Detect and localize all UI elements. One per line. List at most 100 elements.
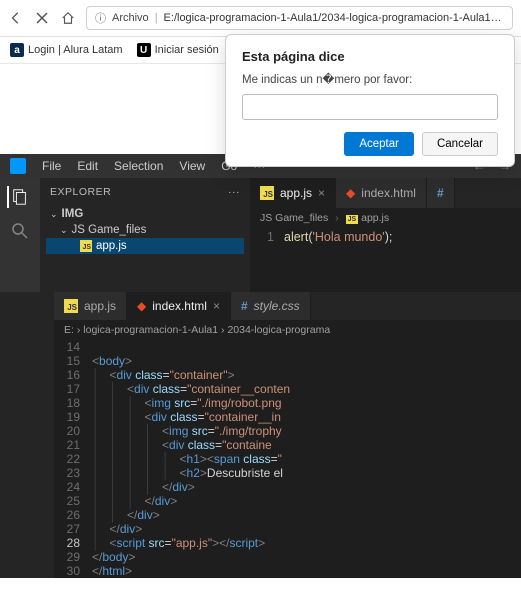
url-text: E:/logica-programacion-1-Aula1/2034-logi…: [164, 12, 504, 24]
line-number: 21: [54, 438, 92, 452]
line-number: 15: [54, 354, 92, 368]
line-number: 23: [54, 466, 92, 480]
line-number: 18: [54, 396, 92, 410]
file-label: app.js: [96, 240, 127, 252]
code-line: 20│ │ │ │ <img src="./img/trophy: [54, 424, 521, 438]
line-number: 26: [54, 508, 92, 522]
menu-edit[interactable]: Edit: [77, 159, 98, 173]
html-file-icon: ◆: [346, 186, 355, 200]
menu-file[interactable]: File: [42, 159, 61, 173]
js-prompt-dialog: Esta página dice Me indicas un n�mero po…: [225, 34, 515, 167]
fav-iniciar[interactable]: U Iniciar sesión: [137, 43, 219, 57]
archivo-label: Archivo: [112, 12, 149, 24]
code-line: 16│ <div class="container">: [54, 368, 521, 382]
explorer-panel: EXPLORER ··· ⌄ IMG ⌄ JS Game_files JS ap…: [40, 178, 250, 292]
tab-more[interactable]: #: [427, 178, 455, 208]
js-file-icon: JS: [260, 186, 274, 200]
line-number: 16: [54, 368, 92, 382]
vscode-top: File Edit Selection View Go ··· ← → EXPL…: [0, 154, 521, 292]
editor-panel: JS app.js × ◆ index.html # JS Game_files…: [250, 178, 521, 292]
code-line: 21│ │ │ │ <div class="containe: [54, 438, 521, 452]
crumb-p1: E:: [64, 324, 74, 336]
tree-folder[interactable]: ⌄ JS Game_files: [46, 222, 244, 238]
editor-tabs: JS app.js × ◆ index.html #: [250, 178, 521, 208]
dialog-title: Esta página dice: [242, 49, 498, 64]
tab-appjs-2[interactable]: JS app.js: [54, 292, 127, 320]
code-line: alert('Hola mundo');: [284, 230, 521, 244]
tab-appjs[interactable]: JS app.js ×: [250, 178, 336, 208]
breadcrumb-2[interactable]: E: › logica-programacion-1-Aula1 › 2034-…: [54, 320, 521, 340]
browser-toolbar: ⓘ Archivo | E:/logica-programacion-1-Aul…: [0, 0, 521, 37]
tree-root[interactable]: ⌄ IMG: [46, 206, 244, 222]
line-number: 17: [54, 382, 92, 396]
separator: |: [155, 12, 158, 24]
js-file-icon: JS: [64, 299, 78, 313]
close-icon[interactable]: [34, 10, 50, 26]
css-file-icon: #: [241, 299, 248, 313]
u-icon: U: [137, 43, 151, 57]
dialog-message: Me indicas un n�mero por favor:: [242, 72, 498, 86]
tab-index[interactable]: ◆ index.html: [336, 178, 427, 208]
ok-button[interactable]: Aceptar: [344, 132, 414, 156]
side-gutter: [0, 292, 54, 578]
code-line: 28│ <script src="app.js"></script>: [54, 536, 521, 550]
line-number: 20: [54, 424, 92, 438]
tab-style-2[interactable]: # style.css: [231, 292, 311, 320]
menu-selection[interactable]: Selection: [114, 159, 163, 173]
info-icon: ⓘ: [95, 10, 106, 26]
code-line: 19│ │ │ <div class="container__in: [54, 410, 521, 424]
address-bar[interactable]: ⓘ Archivo | E:/logica-programacion-1-Aul…: [86, 6, 513, 30]
code-line: 23│ │ │ │ │ <h2>Descubriste el: [54, 466, 521, 480]
line-number: 30: [54, 564, 92, 578]
line-number: 28: [54, 536, 92, 550]
prompt-input[interactable]: [242, 94, 498, 120]
code-line: 17│ │ <div class="container__conten: [54, 382, 521, 396]
editor-tabs-2: JS app.js ◆ index.html × # style.css: [54, 292, 521, 320]
breadcrumb[interactable]: JS Game_files › JS app.js: [250, 208, 521, 228]
fav-label: Login | Alura Latam: [28, 44, 123, 56]
crumb-p2: logica-programacion-1-Aula1: [83, 324, 218, 336]
line-number: 25: [54, 494, 92, 508]
code-line: 30</html>: [54, 564, 521, 578]
code-area-2[interactable]: 1415<body>16│ <div class="container">17│…: [54, 340, 521, 578]
explorer-icon[interactable]: [7, 186, 29, 208]
code-line: 29</body>: [54, 550, 521, 564]
crumb-file: app.js: [361, 212, 389, 224]
fav-label: Iniciar sesión: [155, 44, 219, 56]
folder-label: JS Game_files: [72, 224, 147, 236]
code-line: 14: [54, 340, 521, 354]
js-file-icon: JS: [80, 240, 92, 252]
search-icon[interactable]: [9, 220, 31, 242]
close-icon[interactable]: ×: [318, 186, 325, 200]
fav-alura[interactable]: a Login | Alura Latam: [10, 43, 123, 57]
menu-view[interactable]: View: [179, 159, 205, 173]
line-number: 27: [54, 522, 92, 536]
code-area[interactable]: 1 alert('Hola mundo');: [250, 228, 521, 246]
explorer-title: EXPLORER: [50, 186, 111, 198]
code-line: 24│ │ │ │ </div>: [54, 480, 521, 494]
js-file-icon: JS: [346, 215, 359, 224]
tab-label: app.js: [84, 299, 116, 313]
line-number: 24: [54, 480, 92, 494]
vscode-bottom: JS app.js ◆ index.html × # style.css E: …: [0, 292, 521, 578]
back-icon[interactable]: [8, 10, 24, 26]
tree-file-appjs[interactable]: JS app.js: [46, 238, 244, 254]
tab-label: index.html: [361, 186, 416, 200]
root-label: IMG: [62, 208, 84, 220]
code-line: 26│ │ </div>: [54, 508, 521, 522]
chevron-down-icon: ⌄: [60, 225, 68, 236]
explorer-more-icon[interactable]: ···: [228, 186, 240, 198]
tab-label: app.js: [280, 186, 312, 200]
code-line: 18│ │ │ <img src="./img/robot.png: [54, 396, 521, 410]
code-line: 15<body>: [54, 354, 521, 368]
close-icon[interactable]: ×: [213, 299, 220, 313]
tab-index-2[interactable]: ◆ index.html ×: [127, 292, 231, 320]
chevron-right-icon: ›: [335, 212, 339, 224]
cancel-button[interactable]: Cancelar: [422, 132, 498, 156]
line-number: 1: [250, 230, 284, 244]
code-line: 27│ </div>: [54, 522, 521, 536]
line-number: 29: [54, 550, 92, 564]
code-line: 22│ │ │ │ │ <h1><span class=": [54, 452, 521, 466]
home-icon[interactable]: [60, 10, 76, 26]
tab-label: index.html: [152, 299, 207, 313]
